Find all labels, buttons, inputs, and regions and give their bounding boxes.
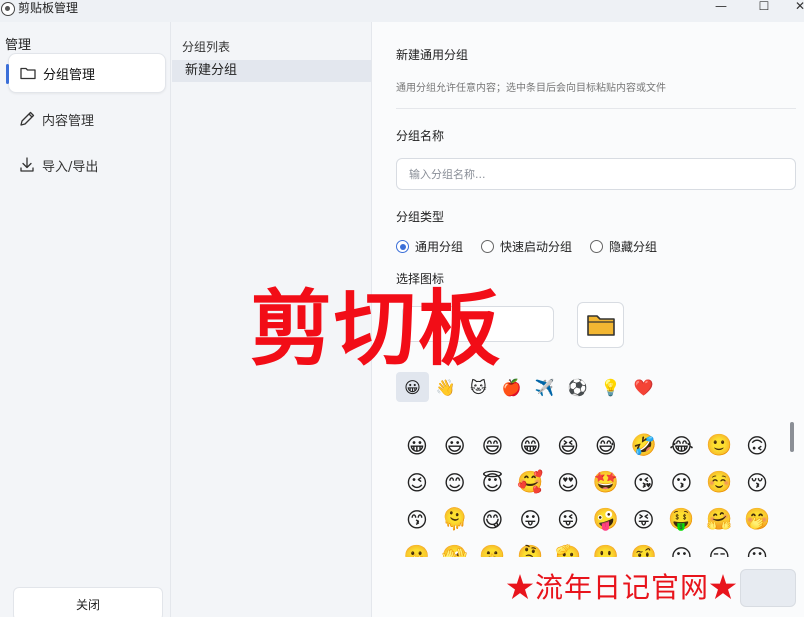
emoji-option[interactable]: 🤗 (700, 501, 738, 538)
pencil-icon (18, 110, 36, 128)
emoji-option[interactable]: 😄 (474, 427, 512, 464)
close-window-button[interactable]: ✕ (789, 0, 804, 15)
folder-icon (586, 315, 615, 336)
emoji-option[interactable]: 😁 (511, 427, 549, 464)
tab-activities[interactable]: ⚽ (561, 372, 594, 402)
minimize-button[interactable]: — (710, 0, 732, 15)
window-title: 剪贴板管理 (18, 1, 79, 15)
emoji-option[interactable]: 😙 (398, 501, 436, 538)
radio-label: 快速启动分组 (500, 240, 573, 254)
emoji-option[interactable]: 😆 (549, 427, 587, 464)
tab-symbols[interactable]: ❤️ (627, 372, 660, 402)
tab-objects[interactable]: 💡 (594, 372, 627, 402)
emoji-option[interactable]: 😝 (625, 501, 663, 538)
emoji-option[interactable]: 😗 (663, 464, 701, 501)
sidebar-item-import-export[interactable]: 导入/导出 (8, 145, 166, 185)
radio-general-group[interactable]: 通用分组 (396, 238, 463, 255)
emoji-grid: 😀 😃 😄 😁 😆 😅 🤣 😂 🙂 🙃 😉 😊 😇 🥰 😍 🤩 😘 😗 ☺️ 😚 😙 🫠 😋 😛 😜 🤪 😝 🤑 🤗 🤭 🫢 🫣 🤫 🤔 🫡 🤐 🤨 😐 😑… (398, 427, 776, 557)
emoji-option[interactable]: 🥰 (511, 464, 549, 501)
emoji-option[interactable]: 😀 (398, 427, 436, 464)
emoji-option[interactable]: 😊 (436, 464, 474, 501)
radio-unchecked-icon (481, 240, 495, 253)
emoji-option[interactable]: 🙃 (738, 427, 776, 464)
emoji-option[interactable]: 😋 (474, 501, 512, 538)
group-name-label: 分组名称 (396, 129, 445, 143)
emoji-option[interactable]: 🤪 (587, 501, 625, 538)
emoji-option[interactable]: 🤐 (587, 538, 625, 557)
maximize-button[interactable]: ☐ (753, 0, 775, 15)
emoji-option[interactable]: 😑 (700, 538, 738, 558)
overlay-title: 剪切板 (250, 282, 503, 377)
emoji-option[interactable]: 🤭 (738, 501, 776, 538)
emoji-option[interactable]: 🫣 (436, 538, 474, 557)
corner-button[interactable] (740, 569, 796, 607)
emoji-option[interactable]: 🤑 (663, 501, 701, 538)
sidebar: 管理 分组管理 内容管理 导入/导出 关闭 (0, 22, 170, 617)
emoji-option[interactable]: ☺️ (700, 464, 738, 501)
emoji-option[interactable]: 😇 (474, 464, 512, 501)
emoji-option[interactable]: 🙂 (700, 427, 738, 464)
emoji-option[interactable]: 🫡 (549, 538, 587, 557)
radio-quick-launch-group[interactable]: 快速启动分组 (481, 238, 572, 255)
title-bar: 剪贴板管理 — ☐ ✕ (0, 0, 804, 22)
emoji-option[interactable]: 😘 (625, 464, 663, 501)
emoji-option[interactable]: 😛 (511, 501, 549, 538)
emoji-option[interactable]: 😶 (738, 538, 776, 558)
emoji-option[interactable]: 😉 (398, 464, 436, 501)
tab-travel[interactable]: ✈️ (528, 372, 561, 402)
emoji-option[interactable]: 😜 (549, 501, 587, 538)
group-list-item[interactable]: 新建分组 (172, 60, 371, 82)
emoji-option[interactable]: 🤨 (625, 538, 663, 557)
emoji-option[interactable]: 🤔 (511, 538, 549, 557)
emoji-option[interactable]: 🤩 (587, 464, 625, 501)
sidebar-header: 管理 (5, 38, 32, 53)
sidebar-item-label: 导入/导出 (42, 159, 99, 175)
emoji-option[interactable]: 🤫 (474, 538, 512, 557)
group-name-input[interactable] (396, 158, 796, 190)
form-description: 通用分组允许任意内容；选中条目后会向目标粘贴内容或文件 (396, 83, 666, 94)
radio-label: 通用分组 (415, 240, 464, 254)
emoji-option[interactable]: 😍 (549, 464, 587, 501)
close-button[interactable]: 关闭 (13, 587, 163, 617)
sidebar-item-label: 分组管理 (43, 67, 96, 83)
group-list-header: 分组列表 (182, 40, 231, 54)
emoji-option[interactable]: 😚 (738, 464, 776, 501)
group-type-radio-group: 通用分组 快速启动分组 隐藏分组 (396, 238, 675, 255)
group-type-label: 分组类型 (396, 210, 445, 224)
radio-checked-icon (396, 240, 409, 253)
emoji-option[interactable]: 😅 (587, 427, 625, 464)
emoji-option[interactable]: 🫠 (436, 501, 474, 538)
selected-icon-preview (577, 302, 624, 348)
app-icon (1, 2, 15, 16)
emoji-option[interactable]: 😂 (663, 427, 701, 464)
emoji-option[interactable]: 🤣 (625, 427, 663, 464)
sidebar-item-label: 内容管理 (42, 113, 95, 129)
sidebar-item-group-management[interactable]: 分组管理 (6, 53, 166, 93)
divider (396, 108, 796, 109)
emoji-option[interactable]: 😐 (663, 538, 701, 558)
download-icon (18, 156, 36, 174)
radio-hidden-group[interactable]: 隐藏分组 (590, 238, 657, 255)
radio-label: 隐藏分组 (609, 240, 658, 254)
emoji-option[interactable]: 😃 (436, 427, 474, 464)
radio-unchecked-icon (590, 240, 604, 253)
sidebar-item-content-management[interactable]: 内容管理 (8, 99, 166, 139)
emoji-grid-scrollbar[interactable] (790, 422, 794, 452)
folder-icon (19, 64, 37, 82)
watermark: ★流年日记官网★ (506, 571, 739, 604)
form-title: 新建通用分组 (396, 48, 469, 62)
emoji-option[interactable]: 🫢 (398, 538, 436, 557)
